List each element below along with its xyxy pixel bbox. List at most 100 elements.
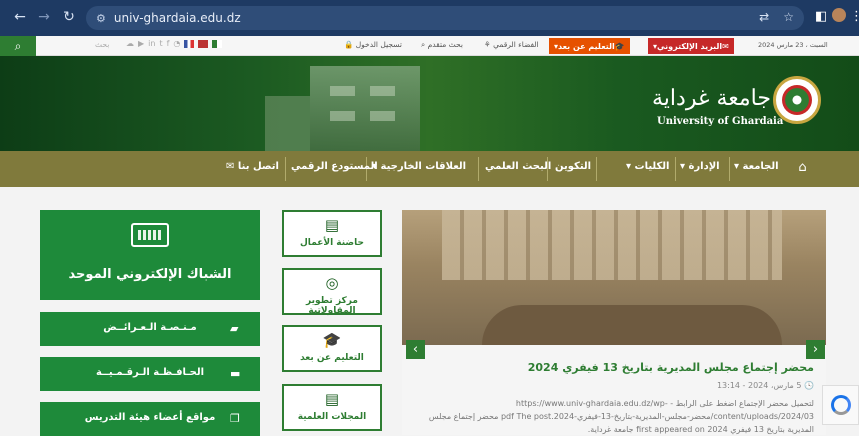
menu-label: اتصل بنا bbox=[237, 161, 279, 172]
university-name-en: University of Ghardaia bbox=[657, 116, 784, 127]
keyboard-icon bbox=[131, 223, 169, 247]
menu-item-external-relations[interactable]: ▾ العلاقات الخارجية bbox=[372, 161, 466, 172]
chevron-left-icon: ‹ bbox=[412, 342, 419, 357]
menu-item-repository[interactable]: المستودع الرقمي bbox=[291, 161, 378, 172]
digital-space-label: الفضاء الرقمي bbox=[493, 40, 539, 49]
social-links: ☁ ▶ in t f ◔ bbox=[126, 39, 223, 48]
address-bar[interactable]: ⚙ univ-ghardaia.edu.dz ⇄ ☆ bbox=[86, 6, 804, 30]
quick-link-distance-learning[interactable]: 🎓 التعليم عن بعد bbox=[282, 325, 382, 372]
banner-building-photo bbox=[265, 96, 310, 151]
button-label: مواقع أعضاء هيئة التدريس bbox=[84, 412, 216, 423]
menu-label: الإدارة bbox=[688, 161, 720, 172]
recaptcha-icon bbox=[830, 395, 851, 415]
logo-emblem bbox=[782, 85, 812, 115]
email-label: البريد الإلكتروني bbox=[657, 41, 723, 51]
avatar[interactable] bbox=[832, 8, 846, 22]
unified-portal-button[interactable]: الشباك الإلكتروني الموحد bbox=[40, 210, 260, 300]
main-menu: ▾ الجامعة ▾ الإدارة ▾ الكليات التكوين ال… bbox=[0, 151, 859, 187]
quick-link-label: التعليم عن بعد bbox=[300, 353, 364, 363]
menu-label: الكليات bbox=[634, 161, 670, 172]
login-link[interactable]: 🔒 تسجيل الدخول bbox=[344, 40, 402, 49]
facebook-icon[interactable]: f bbox=[167, 39, 170, 48]
menu-divider bbox=[596, 157, 597, 181]
menu-divider bbox=[675, 157, 676, 181]
slider-prev-button[interactable]: ‹ bbox=[406, 340, 425, 359]
digital-space-link[interactable]: ⚘ الفضاء الرقمي bbox=[484, 40, 539, 49]
menu-item-training[interactable]: التكوين bbox=[555, 161, 591, 172]
search-icon: ⌕ bbox=[14, 38, 22, 53]
menu-label: الجامعة bbox=[742, 161, 779, 172]
flag-uk-icon[interactable] bbox=[198, 40, 209, 48]
bookmark-star-icon[interactable]: ☆ bbox=[783, 10, 794, 24]
copy-icon: ❐ bbox=[230, 412, 240, 425]
menu-item-administration[interactable]: ▾ الإدارة bbox=[680, 161, 720, 172]
header-banner: جامعة غرداية University of Ghardaia bbox=[0, 56, 859, 151]
banner-building-photo-main bbox=[310, 66, 420, 151]
home-icon[interactable]: ⌂ bbox=[793, 160, 812, 177]
quick-link-journals[interactable]: ▤ المجلات العلمية bbox=[282, 384, 382, 431]
slider-next-button[interactable]: › bbox=[806, 340, 825, 359]
email-pill[interactable]: ▾ البريد الإلكتروني ✉ bbox=[648, 38, 734, 54]
graduation-cap-icon: 🎓 bbox=[322, 331, 342, 349]
quick-link-label: مركز تطوير المقاولاتية bbox=[306, 296, 358, 316]
chat-icon: ▰ bbox=[230, 322, 239, 335]
twitter-icon[interactable]: t bbox=[159, 39, 162, 48]
linkedin-icon[interactable]: in bbox=[148, 39, 155, 48]
folder-icon: ▬ bbox=[230, 367, 241, 380]
menu-item-faculties[interactable]: ▾ الكليات bbox=[626, 161, 669, 172]
banner-window bbox=[370, 111, 395, 121]
menu-item-research[interactable]: البحث العلمي bbox=[485, 161, 551, 172]
faculty-sites-button[interactable]: ❐ مواقع أعضاء هيئة التدريس bbox=[40, 402, 260, 436]
menu-divider bbox=[285, 157, 286, 181]
banner-window bbox=[330, 86, 355, 96]
browser-toolbar: ← → ↻ ⚙ univ-ghardaia.edu.dz ⇄ ☆ ◧ ⋮ bbox=[0, 0, 859, 36]
news-slider[interactable]: محضر إجتماع مجلس المديرية بتاريخ 13 فيفر… bbox=[402, 210, 826, 435]
arrow-right-icon[interactable]: → bbox=[33, 9, 55, 25]
slider-excerpt: لتحميل محضر الإجتماع اضغط على الرابط - h… bbox=[428, 399, 814, 434]
quick-link-entrepreneurship[interactable]: ◎ مركز تطوير المقاولاتية bbox=[282, 268, 382, 316]
search-button[interactable]: ⌕ bbox=[0, 36, 36, 56]
sidepanel-icon[interactable]: ◧ bbox=[815, 9, 827, 24]
recaptcha-badge[interactable] bbox=[822, 385, 859, 425]
unified-portal-label: الشباك الإلكتروني الموحد bbox=[68, 267, 232, 282]
menu-item-contact[interactable]: ✉ اتصل بنا bbox=[226, 161, 279, 172]
utility-bar: ⌕ بحث ☁ ▶ in t f ◔ 🔒 تسجيل الدخول ⌕ بحث … bbox=[0, 36, 859, 56]
slider-title[interactable]: محضر إجتماع مجلس المديرية بتاريخ 13 فيفر… bbox=[528, 361, 814, 374]
chevron-right-icon: › bbox=[812, 342, 819, 357]
banner-window bbox=[330, 111, 355, 121]
petitions-platform-button[interactable]: ▰ مـنـصـة الـعـرائــض bbox=[40, 312, 260, 346]
url-text: univ-ghardaia.edu.dz bbox=[113, 11, 241, 25]
advanced-search-label: بحث متقدم bbox=[427, 40, 463, 49]
banner-window bbox=[370, 86, 395, 96]
photo-table bbox=[482, 305, 782, 345]
quick-link-label: المجلات العلمية bbox=[297, 412, 367, 422]
menu-divider bbox=[478, 157, 479, 181]
photo-curtains bbox=[442, 210, 782, 280]
youtube-icon[interactable]: ▶ bbox=[138, 39, 144, 48]
flag-dz-icon[interactable] bbox=[212, 40, 223, 48]
translate-icon[interactable]: ⇄ bbox=[759, 10, 769, 24]
advanced-search-link[interactable]: ⌕ بحث متقدم bbox=[421, 40, 463, 50]
slider-date: 🕓 5 مارس، 2024 - 13:14 bbox=[716, 381, 814, 390]
building-icon: ▤ bbox=[324, 216, 340, 234]
site-info-icon[interactable]: ⚙ bbox=[96, 12, 106, 25]
reload-icon[interactable]: ↻ bbox=[58, 9, 80, 25]
button-label: الحـافـظـة الـرقـمـيــة bbox=[95, 367, 205, 378]
menu-kebab-icon[interactable]: ⋮ bbox=[850, 9, 859, 24]
rss-icon[interactable]: ◔ bbox=[173, 39, 180, 48]
menu-divider bbox=[729, 157, 730, 181]
search-input[interactable]: بحث bbox=[95, 40, 109, 49]
distance-learning-label: التعليم عن بعد bbox=[558, 41, 615, 51]
slider-photo bbox=[402, 210, 826, 345]
slider-date-text: 5 مارس، 2024 - 13:14 bbox=[716, 381, 802, 390]
digital-portfolio-button[interactable]: ▬ الحـافـظـة الـرقـمـيــة bbox=[40, 357, 260, 391]
book-icon: ▤ bbox=[324, 390, 340, 408]
flag-fr-icon[interactable] bbox=[184, 40, 195, 48]
slider-caption: محضر إجتماع مجلس المديرية بتاريخ 13 فيفر… bbox=[402, 345, 826, 435]
menu-item-university[interactable]: ▾ الجامعة bbox=[734, 161, 779, 172]
cloud-icon[interactable]: ☁ bbox=[126, 39, 134, 48]
university-name-ar: جامعة غرداية bbox=[652, 86, 771, 111]
quick-link-incubator[interactable]: ▤ حاضنة الأعمال bbox=[282, 210, 382, 257]
distance-learning-pill[interactable]: ▾ التعليم عن بعد 🎓 bbox=[549, 38, 630, 54]
arrow-left-icon[interactable]: ← bbox=[9, 9, 31, 25]
